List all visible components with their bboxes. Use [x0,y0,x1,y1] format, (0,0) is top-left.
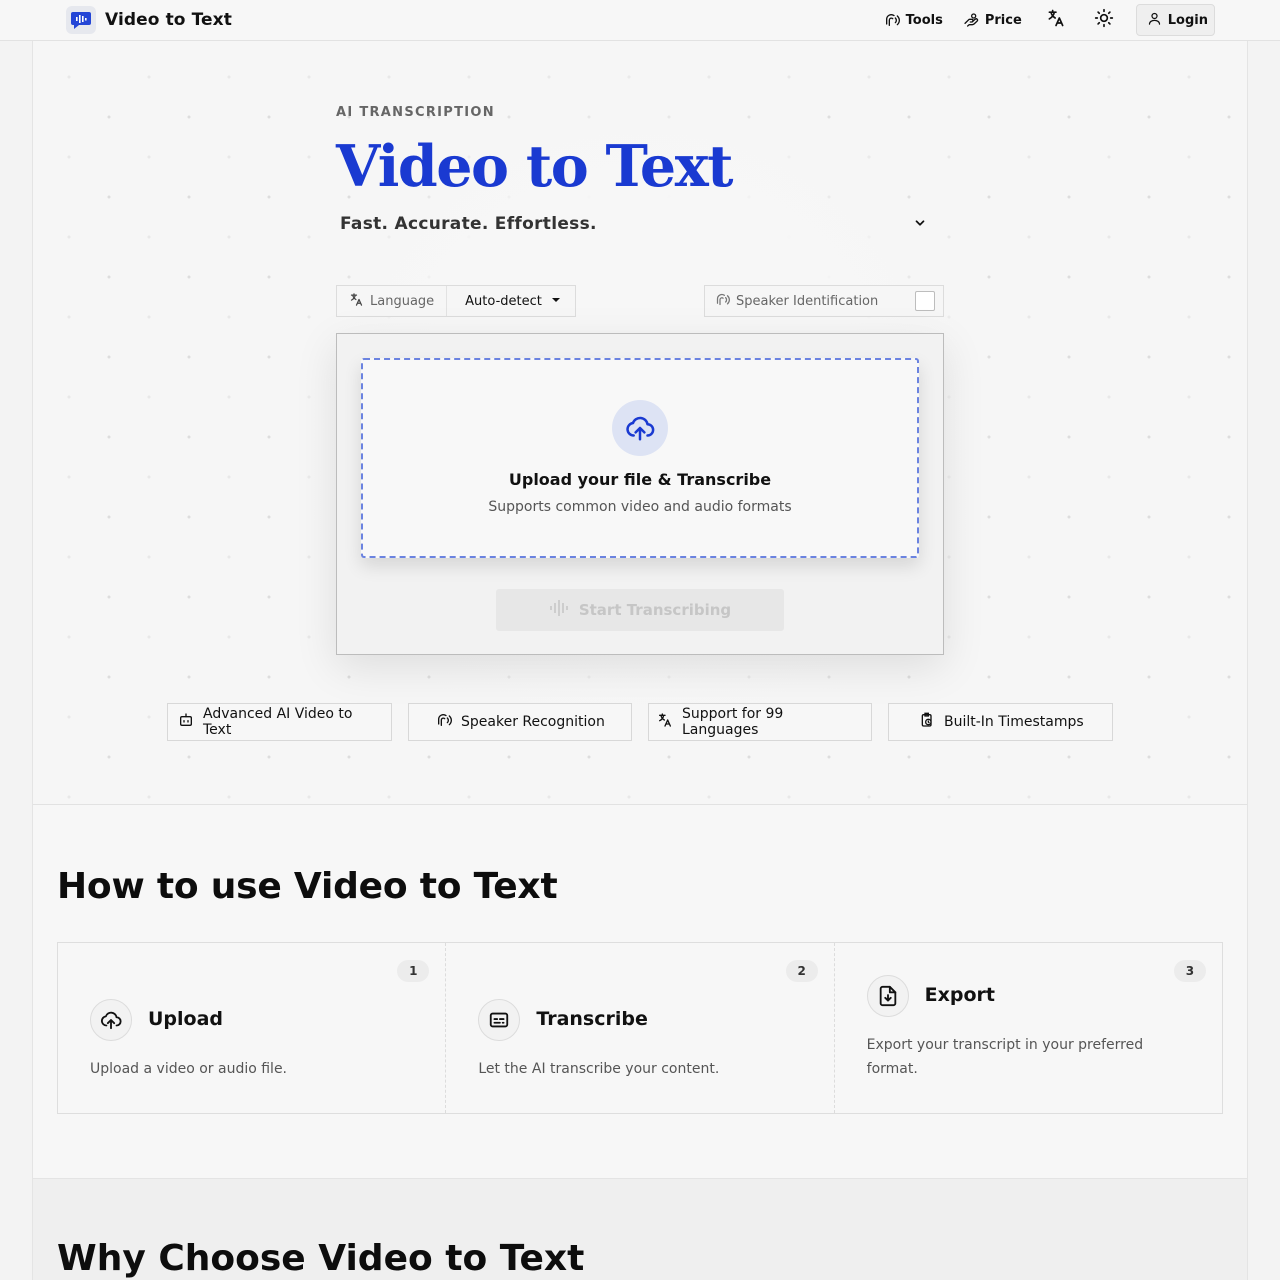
waveform-icon [549,600,569,620]
step-title: Upload [148,1008,224,1030]
feature-badge: Advanced AI Video to Text [167,703,392,741]
sun-icon [1094,8,1114,32]
feature-badge: Speaker Recognition [408,703,632,741]
chevron-down-icon [913,215,927,234]
step-title: Export [924,984,995,1006]
step-number: 2 [785,960,818,982]
top-navigation-bar: Video to Text Tools Price Login [0,0,1280,41]
feature-badges: Advanced AI Video to Text Speaker Recogn… [167,703,1113,741]
hero-eyebrow: AI TRANSCRIPTION [336,105,495,120]
caret-down-icon [551,294,561,309]
feature-badge: Built-In Timestamps [888,703,1113,741]
how-to-use-title: How to use Video to Text [57,866,558,907]
chat-waveform-icon [66,6,96,34]
feature-label: Built-In Timestamps [944,714,1084,730]
brand-link[interactable]: Video to Text [66,6,232,34]
step-number: 3 [1173,960,1206,982]
hero-title: Video to Text [336,133,734,200]
step-card-export: 3 Export Export your transcript in your … [833,943,1222,1113]
cloud-upload-icon [90,999,132,1041]
theme-toggle-button[interactable] [1086,4,1122,36]
step-description: Export your transcript in your preferred… [866,1037,1144,1077]
nav-price-label: Price [984,12,1022,28]
clipboard-clock-icon [919,712,935,732]
language-dropdown[interactable]: Auto-detect [447,294,575,309]
language-select[interactable]: Language Auto-detect [336,285,576,317]
speaker-identification-label: Speaker Identification [736,293,879,309]
speaker-wave-icon [884,12,900,28]
captions-icon [478,999,521,1041]
start-transcribing-label: Start Transcribing [578,601,732,619]
login-button[interactable]: Login [1135,4,1215,36]
feature-label: Support for 99 Languages [682,706,784,738]
step-description: Upload a video or audio file. [90,1061,288,1077]
feature-badge: Support for 99 Languages [648,703,872,741]
language-label: Language [370,293,435,309]
step-description: Let the AI transcribe your content. [478,1061,720,1077]
feature-label: Advanced AI Video to Text [203,706,353,738]
file-dropzone[interactable]: Upload your file & Transcribe Supports c… [361,358,919,558]
speaker-icon [715,292,731,311]
dropzone-title: Upload your file & Transcribe [508,470,772,489]
step-card-upload: 1 Upload Upload a video or audio file. [58,943,445,1113]
speaker-identification-checkbox[interactable] [915,291,935,311]
language-select-label-area: Language [337,286,448,316]
translate-icon [1046,8,1066,32]
nav-price-button[interactable]: Price [953,4,1032,36]
step-card-transcribe: 2 Transcribe Let the AI transcribe your … [445,943,833,1113]
translate-icon [349,292,364,311]
nav-tools-label: Tools [905,12,943,28]
user-icon [1147,11,1162,30]
language-value: Auto-detect [465,293,542,309]
translate-icon [657,712,673,732]
step-title: Transcribe [536,1008,648,1030]
dropzone-subtitle: Supports common video and audio formats [488,499,792,515]
steps-list: 1 Upload Upload a video or audio file. 2… [57,942,1223,1114]
speaker-identification-option[interactable]: Speaker Identification [704,285,944,317]
hero-expand-toggle[interactable] [910,214,930,234]
login-label: Login [1167,12,1208,28]
coins-hand-icon [963,12,979,28]
step-number: 1 [397,960,430,982]
main-nav: Tools Price Login [874,4,1215,36]
why-choose-title: Why Choose Video to Text [57,1238,585,1279]
cloud-upload-icon [612,400,668,456]
start-transcribing-button[interactable]: Start Transcribing [496,589,784,631]
brand-name: Video to Text [105,10,232,30]
language-switch-button[interactable] [1038,4,1074,36]
hero-subtitle: Fast. Accurate. Effortless. [340,214,597,234]
speaker-icon [436,712,453,732]
nav-tools-button[interactable]: Tools [874,4,953,36]
bot-icon [178,712,194,732]
upload-card: Upload your file & Transcribe Supports c… [336,333,944,655]
file-download-icon [866,975,909,1017]
feature-label: Speaker Recognition [461,714,605,730]
